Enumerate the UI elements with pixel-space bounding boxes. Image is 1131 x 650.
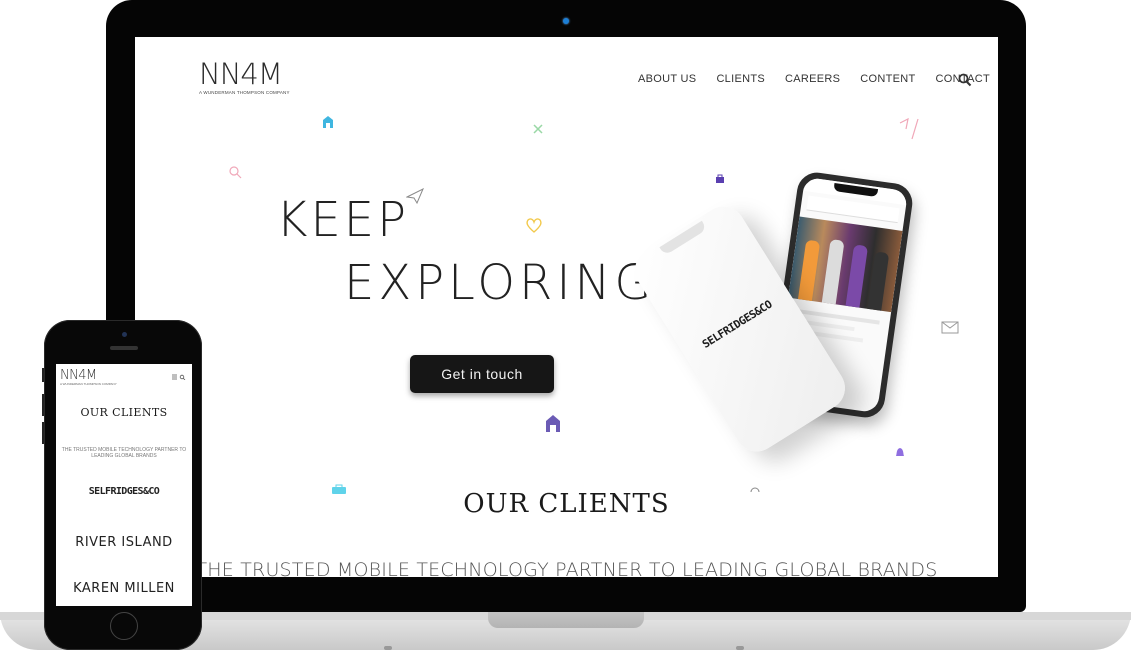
brand-karen-millen[interactable]: KAREN MILLEN <box>56 581 192 596</box>
nav-clients[interactable]: CLIENTS <box>716 73 765 85</box>
site-logo[interactable]: NN4M A WUNDERMAN THOMPSON COMPANY <box>199 59 290 95</box>
nav-about-us[interactable]: ABOUT US <box>638 73 696 85</box>
phone-speaker <box>110 346 138 350</box>
menu-icon[interactable] <box>172 374 186 380</box>
search-icon[interactable] <box>958 73 972 87</box>
nav-careers[interactable]: CAREERS <box>785 73 840 85</box>
main-nav: ABOUT US CLIENTS CAREERS CONTENT CONTACT <box>638 73 990 85</box>
clients-title: OUR CLIENTS <box>463 489 670 519</box>
bag-icon <box>716 174 724 183</box>
laptop-camera <box>563 18 569 24</box>
envelope-icon <box>941 321 959 334</box>
get-in-touch-button[interactable]: Get in touch <box>410 355 554 393</box>
phone-clients-subtitle: THE TRUSTED MOBILE TECHNOLOGY PARTNER TO… <box>61 447 187 459</box>
logo-subtitle: A WUNDERMAN THOMPSON COMPANY <box>199 90 290 95</box>
logo-text: NN4M <box>199 57 283 91</box>
phone-logo-subtitle: A WUNDERMAN THOMPSON COMPANY <box>60 382 117 386</box>
brand-selfridges[interactable]: SELFRIDGES&CO <box>56 486 192 497</box>
hero-heading-line1: KEEP <box>276 192 410 248</box>
phone-logo[interactable]: NN4M <box>60 368 97 383</box>
bell-icon <box>896 448 904 456</box>
scribble-doodle-icon <box>899 117 919 140</box>
hero-heading-line2: EXPLORING <box>344 255 656 311</box>
laptop-notch <box>488 612 644 628</box>
phone-clients-title: OUR CLIENTS <box>80 406 168 419</box>
close-icon <box>533 124 543 134</box>
laptop-foot <box>384 646 392 650</box>
phone-screen: NN4M A WUNDERMAN THOMPSON COMPANY OUR CL… <box>56 364 192 606</box>
brand-river-island[interactable]: RIVER ISLAND <box>56 535 192 550</box>
heart-icon <box>526 218 542 233</box>
home-icon <box>546 415 560 432</box>
phone-camera <box>122 332 127 337</box>
laptop-screen: NN4M A WUNDERMAN THOMPSON COMPANY ABOUT … <box>135 37 998 577</box>
phone-brand-label: SELFRIDGES&CO <box>699 297 775 351</box>
phone-home-button[interactable] <box>110 612 138 640</box>
laptop-foot <box>736 646 744 650</box>
clients-subtitle: THE TRUSTED MOBILE TECHNOLOGY PARTNER TO… <box>195 559 938 577</box>
nav-content[interactable]: CONTENT <box>860 73 915 85</box>
search-doodle-icon <box>229 166 242 179</box>
home-icon <box>323 116 333 128</box>
